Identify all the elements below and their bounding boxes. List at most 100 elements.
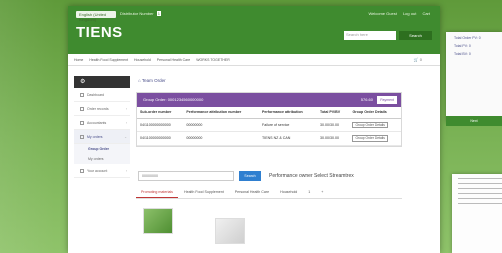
column-header: Group Order Details — [349, 107, 401, 119]
site-logo[interactable]: TIENS — [76, 24, 123, 41]
summary-line: Total PV: 0 — [454, 44, 471, 48]
column-header: Total PV/BV — [317, 107, 350, 119]
main-nav: Home Health Food Supplement Household Pe… — [68, 54, 440, 66]
breadcrumb-label[interactable]: Team Order — [142, 78, 166, 83]
language-select[interactable]: English (United Kingdom) — [76, 11, 116, 22]
table-cell: 00000000 — [183, 131, 259, 146]
product-image — [143, 208, 173, 234]
table-header-row: Sub-order number Performance attribution… — [137, 107, 401, 119]
document-line — [458, 198, 502, 199]
group-order-label: Group Order: — [143, 97, 167, 102]
background-stripe — [0, 0, 56, 253]
summary-line: Total Order PV: 0 — [454, 36, 481, 40]
chevron-right-icon: › — [125, 169, 127, 173]
sidebar-item-your-account[interactable]: Your account › — [74, 164, 130, 178]
dashboard-icon — [80, 93, 84, 98]
breadcrumb: ⌂ Team Order — [136, 76, 432, 92]
sidebar-item-dashboard[interactable]: Dashboard — [74, 88, 130, 102]
performance-search-button[interactable]: Search — [239, 171, 261, 181]
table-cell: 00000000 — [183, 118, 259, 132]
product-card[interactable] — [212, 206, 248, 246]
distributor-info: Distributor Number 1 — [120, 11, 161, 16]
chevron-right-icon: › — [125, 121, 127, 125]
table-row: 04/1100000000000 00000000 TIENS NZ & CAN… — [137, 131, 401, 146]
utility-links: Welcome Guest Log out Cart — [363, 11, 430, 16]
sidebar-item-label: My orders — [87, 135, 103, 139]
main-screen: English (United Kingdom) Distributor Num… — [68, 6, 440, 253]
util-link-cart[interactable]: Cart — [422, 11, 430, 16]
category-tabs: Promoting materials Health Food Suppleme… — [136, 187, 402, 199]
performance-search-row: 00000000 Search Performance owner Select… — [136, 169, 432, 183]
cart-icon[interactable]: 🛒 0 — [414, 57, 427, 62]
accountants-icon — [80, 121, 84, 126]
sidebar-subitem-my-orders[interactable]: My orders — [74, 154, 130, 164]
nav-item-health-food[interactable]: Health Food Supplement — [89, 58, 128, 62]
column-header: Performance attribution number — [183, 107, 259, 119]
background-stage: English (United Kingdom) Distributor Num… — [0, 0, 502, 253]
column-header: Performance attribution — [259, 107, 318, 119]
tab-promoting-materials[interactable]: Promoting materials — [136, 187, 178, 198]
performance-search-input[interactable]: 00000000 — [138, 171, 234, 181]
group-order-details-button[interactable]: Group Order Details — [352, 121, 388, 128]
distributor-badge: 1 — [156, 11, 161, 16]
table-cell: 30.00/30.00 — [317, 118, 350, 132]
util-link-welcome[interactable]: Welcome Guest — [368, 11, 396, 16]
main-content: ⌂ Team Order Group Order: 00012345600000… — [136, 76, 432, 251]
summary-line: Total BV: 0 — [454, 52, 471, 56]
distributor-label: Distributor Number — [120, 11, 154, 16]
search-input[interactable]: Search here — [344, 31, 396, 40]
table-cell: Failure of service — [259, 118, 318, 132]
sidebar-item-label: Your account — [87, 169, 108, 173]
table-cell: Group Order Details — [349, 131, 401, 146]
payment-button[interactable]: Payment — [377, 96, 397, 104]
cart-count: 0 — [419, 57, 422, 62]
document-line — [458, 203, 502, 204]
nav-item-works-together[interactable]: WORKS TOGETHER — [196, 58, 230, 62]
sidebar-item-label: Accountants — [87, 121, 107, 125]
order-total: 576.60 — [360, 97, 373, 102]
tab-household[interactable]: Household — [275, 187, 302, 197]
sidebar-subitem-group-order[interactable]: Group Order — [74, 144, 130, 154]
document-line — [458, 183, 502, 184]
group-order-details-button[interactable]: Group Order Details — [352, 135, 388, 142]
group-order-id: 0001234560000000 — [167, 97, 204, 102]
side-summary-panel: Total Order PV: 0 Total PV: 0 Total BV: … — [446, 32, 502, 126]
table-cell: Group Order Details — [349, 118, 401, 132]
sidebar-header: ⚙ — [74, 76, 130, 88]
document-line — [458, 178, 502, 179]
document-line — [458, 188, 502, 189]
sidebar-item-my-orders[interactable]: My orders ⌄ — [74, 130, 130, 144]
sidebar-item-label: Dashboard — [87, 93, 105, 97]
records-icon — [80, 107, 84, 112]
tab-page-1[interactable]: 1 — [303, 187, 315, 197]
tab-more[interactable]: + — [316, 187, 328, 197]
orders-table: Sub-order number Performance attribution… — [137, 107, 401, 146]
table-cell: 04/1100000000000 — [137, 131, 184, 146]
table-row: 04/1100000000000 00000000 Failure of ser… — [137, 118, 401, 132]
tab-health-food[interactable]: Health Food Supplement — [179, 187, 229, 197]
settings-icon: ⚙ — [80, 79, 86, 85]
table-cell: 04/1100000000000 — [137, 118, 184, 132]
header: English (United Kingdom) Distributor Num… — [68, 6, 440, 54]
nav-item-home[interactable]: Home — [74, 58, 83, 62]
search-button[interactable]: Search — [399, 31, 432, 40]
table-cell: 30.00/30.00 — [317, 131, 350, 146]
orders-icon — [80, 135, 84, 140]
sidebar-item-label: Order records — [87, 107, 109, 111]
nav-item-household[interactable]: Household — [134, 58, 151, 62]
tab-personal-care[interactable]: Personal Health Care — [230, 187, 274, 197]
account-icon — [80, 169, 84, 174]
sidebar-item-accountants[interactable]: Accountants › — [74, 116, 130, 130]
column-header: Sub-order number — [137, 107, 184, 119]
nav-item-personal-care[interactable]: Personal Health Care — [157, 58, 190, 62]
product-card[interactable] — [140, 206, 176, 246]
next-button[interactable]: Next — [446, 116, 502, 126]
table-cell: TIENS NZ & CAN — [259, 131, 318, 146]
document-preview — [452, 174, 502, 253]
util-link-logout[interactable]: Log out — [403, 11, 416, 16]
product-image — [215, 218, 245, 244]
chevron-right-icon: › — [125, 107, 127, 111]
sidebar-item-order-records[interactable]: Order records › — [74, 102, 130, 116]
performance-title: Performance owner Select Streamtrex — [269, 173, 354, 179]
document-line — [458, 193, 502, 194]
